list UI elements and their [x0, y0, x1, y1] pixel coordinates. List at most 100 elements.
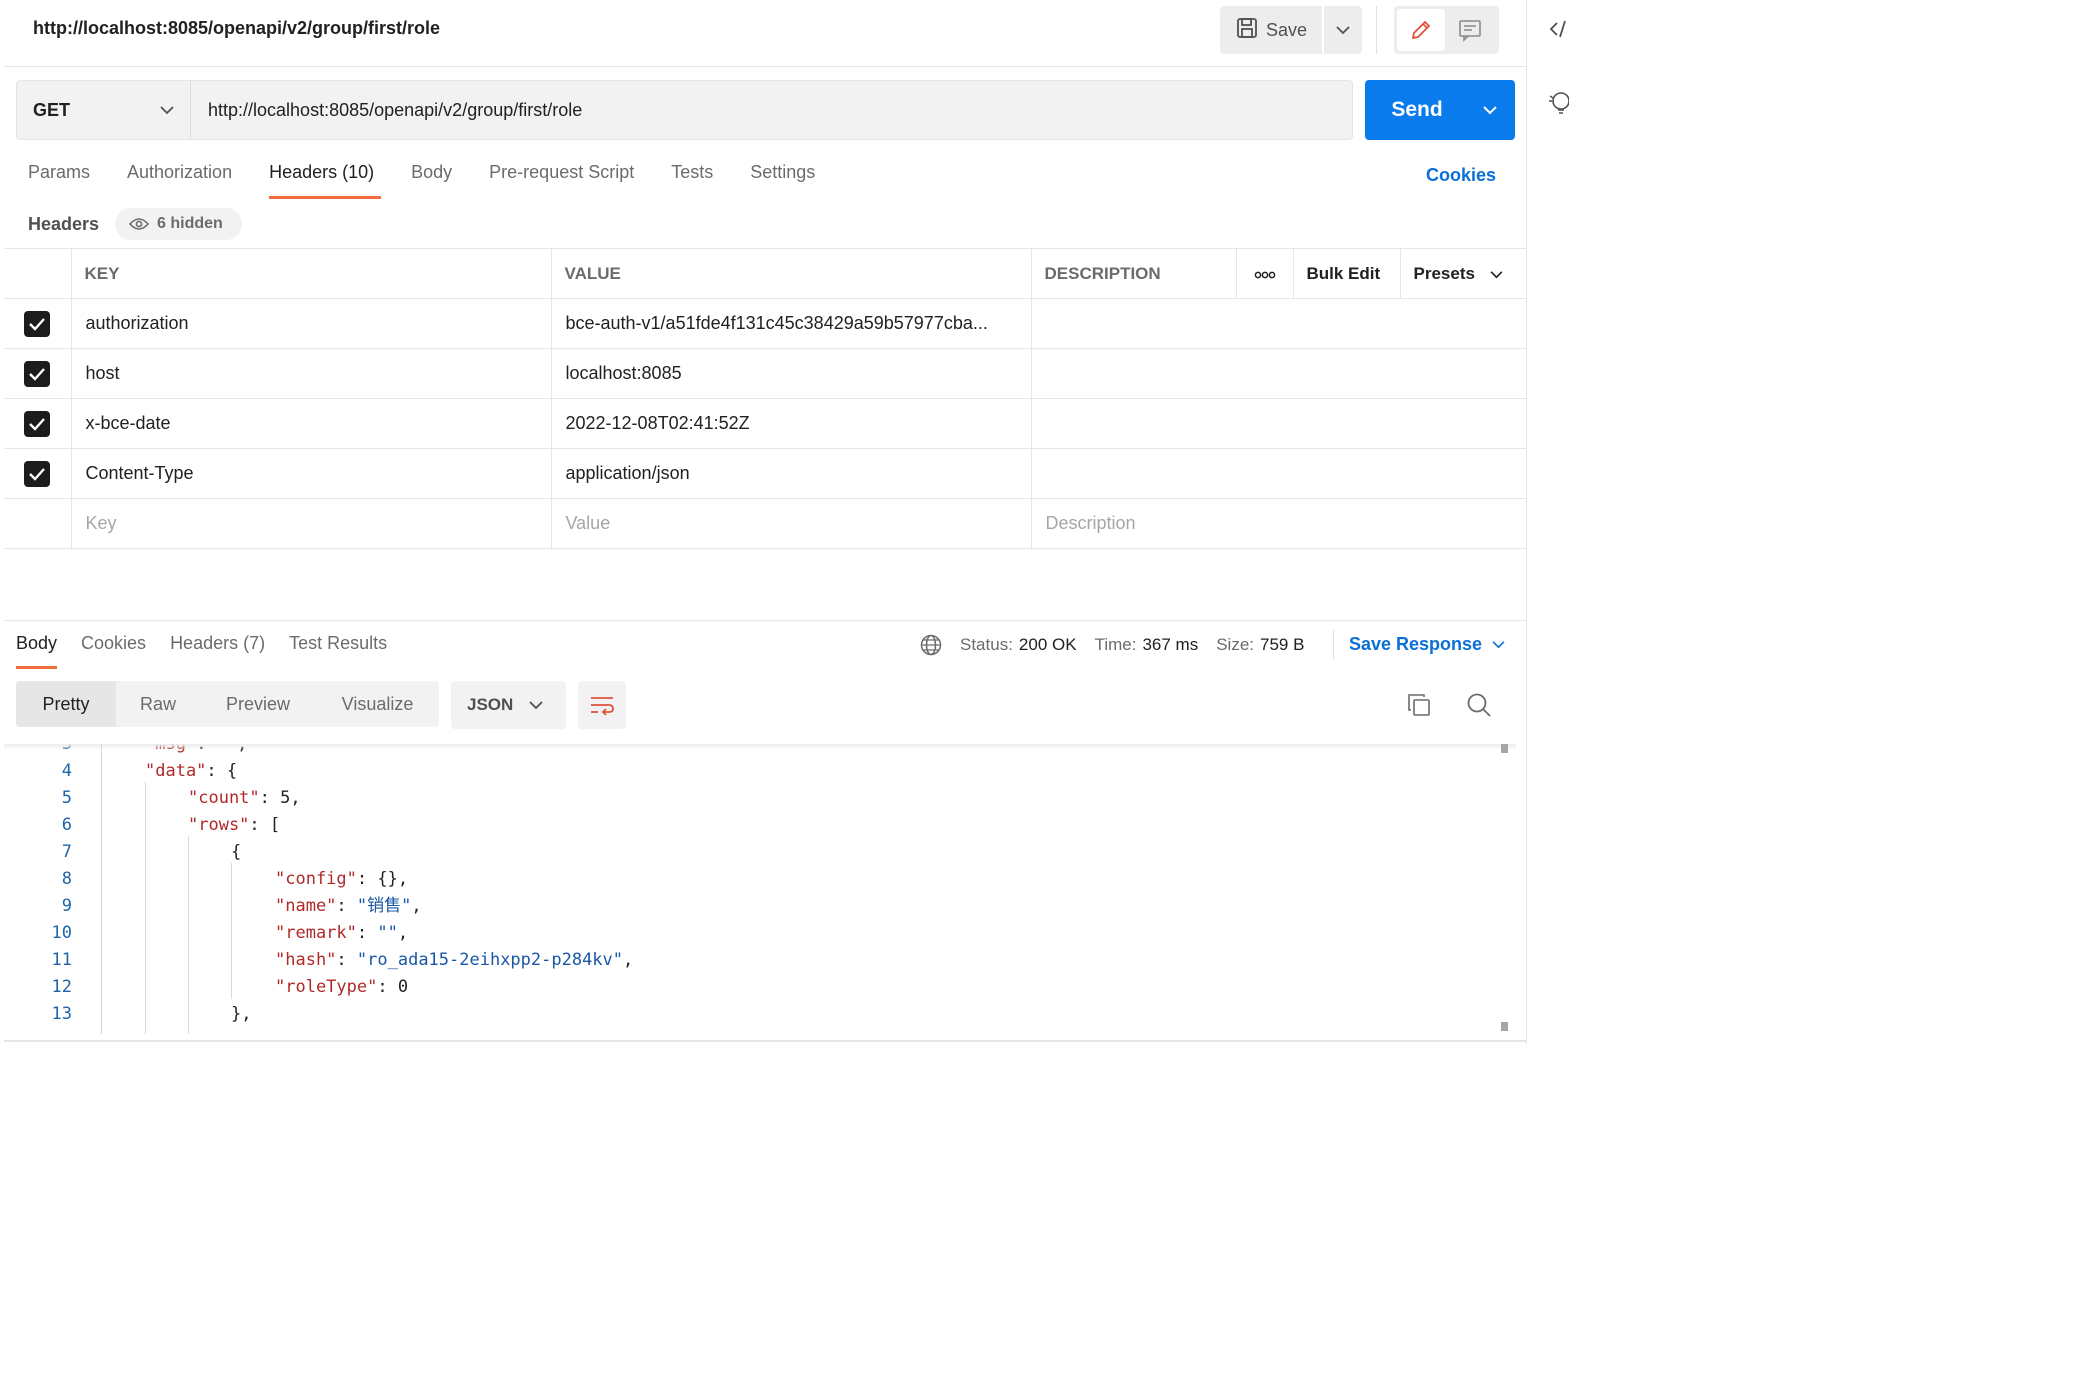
- indent-guide: [101, 744, 102, 1034]
- save-button[interactable]: Save: [1220, 6, 1322, 54]
- pencil-icon: [1411, 20, 1431, 40]
- header-description[interactable]: [1030, 448, 1526, 499]
- response-tab-headers[interactable]: Headers (7): [170, 633, 265, 669]
- lightbulb-icon[interactable]: [1549, 90, 1570, 121]
- size-value: 759 B: [1260, 635, 1305, 654]
- tab-headers[interactable]: Headers (10): [269, 162, 382, 200]
- code-line: 4 "data": {: [4, 758, 1516, 785]
- line-number: 5: [61, 788, 72, 808]
- new-value-input[interactable]: Value: [550, 498, 1032, 549]
- line-number: 10: [51, 923, 72, 943]
- url-bar: GET: [16, 80, 1353, 140]
- header-description[interactable]: [1030, 398, 1526, 449]
- checkmark-icon: [29, 417, 46, 431]
- response-tab-test-results[interactable]: Test Results: [289, 633, 387, 669]
- tab-tests[interactable]: Tests: [671, 162, 713, 200]
- response-tab-body[interactable]: Body: [16, 633, 58, 669]
- header-checkbox[interactable]: [24, 360, 51, 387]
- value-column-header: VALUE: [550, 248, 1032, 299]
- method-select[interactable]: GET: [17, 81, 191, 139]
- new-description-input[interactable]: Description: [1030, 498, 1526, 549]
- header-description[interactable]: [1030, 298, 1526, 349]
- save-icon: [1236, 17, 1258, 44]
- time-value: 367 ms: [1142, 635, 1199, 654]
- send-options-button[interactable]: [1465, 80, 1515, 140]
- request-title[interactable]: http://localhost:8085/openapi/v2/group/f…: [33, 18, 440, 39]
- bulk-edit-button[interactable]: Bulk Edit: [1292, 248, 1401, 299]
- view-mode-toggle: [1394, 6, 1499, 54]
- code-line: 6 "rows": [: [4, 812, 1516, 839]
- header-value[interactable]: application/json: [550, 448, 1032, 499]
- line-number: 8: [61, 869, 72, 889]
- header-value[interactable]: 2022-12-08T02:41:52Z: [550, 398, 1032, 449]
- code-icon[interactable]: [1549, 18, 1569, 45]
- header-key[interactable]: Content-Type: [70, 448, 552, 499]
- status-info[interactable]: Status: 200 OK: [960, 635, 1077, 655]
- checkmark-icon: [29, 467, 46, 481]
- chevron-down-icon: [1492, 641, 1505, 649]
- cookies-link[interactable]: Cookies: [1426, 165, 1496, 186]
- line-number: 4: [61, 761, 72, 781]
- new-key-input[interactable]: Key: [70, 498, 552, 549]
- code-line: 5 "count": 5,: [4, 785, 1516, 812]
- size-info[interactable]: Size: 759 B: [1216, 635, 1304, 655]
- save-response-button[interactable]: Save Response: [1349, 634, 1505, 655]
- toolbar-divider: [1376, 6, 1377, 54]
- chevron-down-icon: [1483, 106, 1497, 115]
- indent-guide: [231, 863, 232, 999]
- tab-body[interactable]: Body: [411, 162, 452, 200]
- header-description[interactable]: [1030, 348, 1526, 399]
- response-divider[interactable]: [4, 620, 1526, 621]
- presets-dropdown[interactable]: Presets: [1399, 248, 1526, 299]
- url-input[interactable]: [191, 81, 1352, 139]
- indent-guide: [188, 836, 189, 1034]
- scroll-down-arrow[interactable]: [1501, 1022, 1508, 1031]
- chevron-down-icon: [529, 701, 543, 710]
- table-header-row: KEY VALUE DESCRIPTION Bulk Edit Presets: [4, 248, 1526, 299]
- hidden-headers-toggle[interactable]: 6 hidden: [115, 208, 242, 240]
- view-pretty[interactable]: Pretty: [16, 681, 116, 727]
- tab-params[interactable]: Params: [28, 162, 90, 200]
- response-tab-cookies[interactable]: Cookies: [81, 633, 146, 669]
- header-checkbox[interactable]: [24, 310, 51, 337]
- edit-mode-button[interactable]: [1397, 9, 1445, 51]
- request-tabs: Params Authorization Headers (10) Body P…: [28, 162, 852, 200]
- save-label: Save: [1266, 19, 1308, 40]
- header-checkbox[interactable]: [24, 410, 51, 437]
- more-options-button[interactable]: [1235, 248, 1294, 299]
- request-title-bar: http://localhost:8085/openapi/v2/group/f…: [4, 0, 1526, 67]
- search-icon[interactable]: [1466, 692, 1492, 723]
- header-key[interactable]: host: [70, 348, 552, 399]
- view-raw[interactable]: Raw: [116, 681, 200, 727]
- header-checkbox[interactable]: [24, 460, 51, 487]
- header-key[interactable]: x-bce-date: [70, 398, 552, 449]
- tab-settings[interactable]: Settings: [750, 162, 815, 200]
- description-column-header: DESCRIPTION: [1030, 248, 1237, 299]
- save-options-button[interactable]: [1324, 6, 1362, 54]
- format-select[interactable]: JSON: [451, 681, 566, 729]
- code-scrollbar[interactable]: [1501, 744, 1509, 1034]
- scroll-up-arrow[interactable]: [1501, 744, 1508, 753]
- header-value[interactable]: localhost:8085: [550, 348, 1032, 399]
- response-view-toggle: Pretty Raw Preview Visualize: [16, 681, 439, 727]
- comment-mode-button[interactable]: [1445, 9, 1495, 51]
- view-visualize[interactable]: Visualize: [316, 681, 439, 727]
- header-key[interactable]: authorization: [70, 298, 552, 349]
- select-column-header: [4, 248, 72, 299]
- tab-authorization[interactable]: Authorization: [127, 162, 232, 200]
- line-number: 11: [51, 950, 72, 970]
- send-button[interactable]: Send: [1365, 80, 1515, 140]
- globe-icon[interactable]: [920, 634, 942, 656]
- header-value[interactable]: bce-auth-v1/a51fde4f131c45c38429a59b5797…: [550, 298, 1032, 349]
- tab-pre-request-script[interactable]: Pre-request Script: [489, 162, 634, 200]
- method-label: GET: [33, 99, 71, 120]
- word-wrap-button[interactable]: [578, 681, 626, 729]
- checkmark-icon: [29, 367, 46, 381]
- send-label: Send: [1391, 98, 1443, 121]
- time-info[interactable]: Time: 367 ms: [1095, 635, 1199, 655]
- headers-section-label: Headers: [28, 214, 100, 234]
- copy-icon[interactable]: [1406, 692, 1432, 723]
- view-preview[interactable]: Preview: [200, 681, 316, 727]
- chevron-down-icon: [1336, 26, 1350, 35]
- wrap-lines-icon: [591, 697, 614, 716]
